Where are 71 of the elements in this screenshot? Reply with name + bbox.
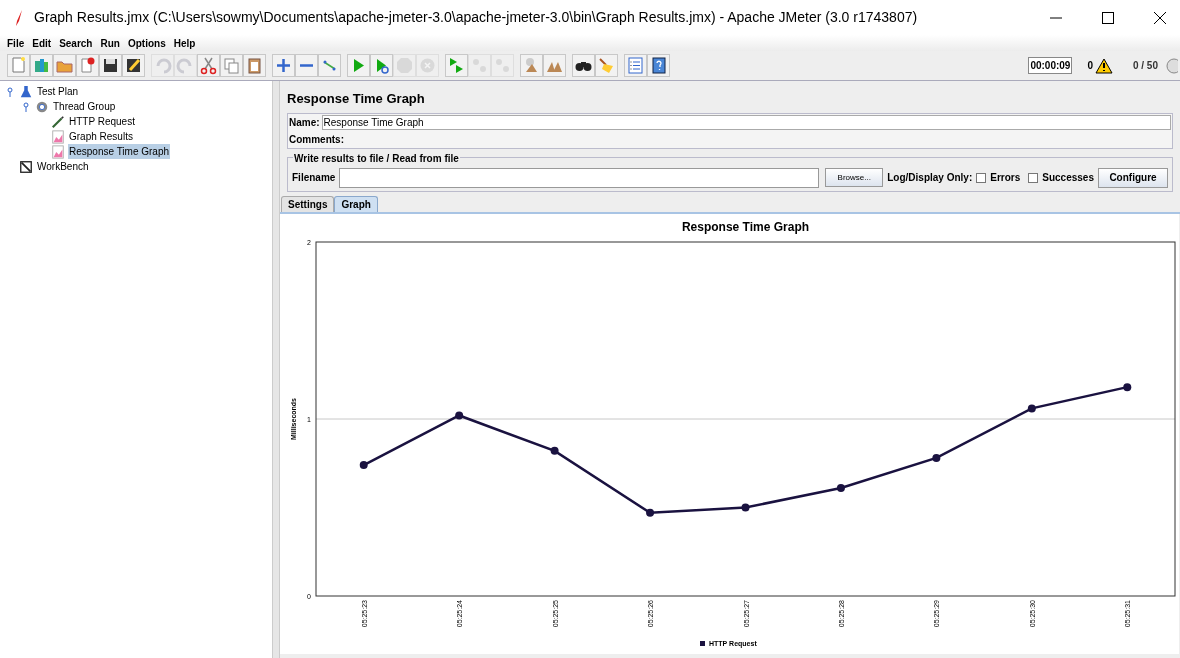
clipboard-icon (245, 56, 264, 75)
warning-icon (1094, 57, 1113, 74)
toolbar-button[interactable] (122, 54, 145, 77)
chart-title: Response Time Graph (681, 219, 810, 234)
data-point (836, 483, 845, 492)
pipette-icon (51, 114, 65, 129)
tab[interactable]: Graph (334, 195, 378, 212)
scissors-icon (199, 56, 218, 75)
toolbar-button[interactable] (647, 54, 670, 77)
data-point (932, 453, 941, 462)
tree-item[interactable]: Test Plan (36, 84, 80, 99)
floppy-pencil-icon (124, 56, 143, 75)
error-count: 0 (1087, 59, 1093, 73)
list-icon (626, 56, 645, 75)
close-icon[interactable] (1154, 11, 1166, 24)
feather-icon (14, 8, 24, 27)
copy-icon (222, 56, 241, 75)
data-point (550, 446, 559, 455)
data-point (1123, 382, 1132, 391)
chart-document-icon (51, 129, 65, 144)
data-point (359, 460, 368, 469)
data-point (741, 503, 750, 511)
window-title: Graph Results.jmx (C:\Users\sowmy\Documents\apache-jmeter-3.0\apache-jmeter-3.0\bin\Graph Results.jmx) - Apache JMeter (3.0 r1743807) (34, 8, 918, 27)
toolbar-button[interactable] (99, 54, 122, 77)
workbench-icon (19, 159, 33, 174)
maximize-icon[interactable] (1102, 11, 1114, 24)
chart-document-icon (51, 144, 65, 159)
name-label: Name: (289, 116, 320, 130)
toolbar-button[interactable] (572, 54, 595, 77)
tree-item[interactable]: Thread Group (52, 99, 117, 114)
data-point (455, 410, 464, 419)
tree-item[interactable]: Graph Results (68, 129, 134, 144)
name-field[interactable]: Response Time Graph (321, 115, 1171, 130)
tree-item[interactable]: WorkBench (36, 159, 90, 174)
menu-item[interactable]: Search (59, 35, 93, 51)
tab[interactable]: Settings (281, 195, 335, 212)
menu-item[interactable]: Options (127, 35, 166, 51)
gear-icon (35, 99, 49, 114)
filename-label: Filename (292, 171, 336, 185)
legend-swatch (700, 640, 705, 646)
close-document-icon (78, 56, 97, 75)
checkbox-label: Successes (1042, 171, 1094, 185)
books-icon (32, 56, 51, 75)
configure-button[interactable]: Configure (1098, 167, 1168, 188)
minus-icon (300, 64, 313, 67)
panel-title: Response Time Graph (286, 90, 426, 108)
menu-item[interactable]: Run (100, 35, 120, 51)
elapsed-time: 00:00:09 (1028, 57, 1073, 74)
flask-icon (19, 84, 33, 99)
log-display-label: Log/Display Only: (887, 171, 973, 185)
document-icon (9, 56, 28, 75)
data-point (646, 508, 655, 517)
checkbox[interactable] (1028, 172, 1039, 183)
menu-item[interactable]: Help (173, 35, 196, 51)
shutdown-icon (418, 56, 437, 75)
tree-item[interactable]: HTTP Request (68, 114, 136, 129)
plus-icon (274, 56, 293, 75)
data-point (1027, 403, 1036, 412)
menu-item[interactable]: Edit (32, 35, 52, 51)
expander-icon[interactable] (22, 101, 32, 112)
checkbox-label: Errors (990, 171, 1021, 185)
checkbox[interactable] (976, 172, 987, 183)
browse-button[interactable]: Browse... (825, 168, 884, 187)
thread-count: 0 / 50 (1132, 59, 1158, 73)
help-book-icon (649, 56, 668, 75)
expander-icon[interactable] (6, 86, 16, 97)
filename-field[interactable] (339, 167, 820, 188)
tree-item[interactable]: Response Time Graph (68, 144, 171, 159)
menu-item[interactable]: File (7, 35, 25, 51)
comments-label: Comments: (289, 133, 344, 147)
remote-icon (1166, 57, 1178, 74)
